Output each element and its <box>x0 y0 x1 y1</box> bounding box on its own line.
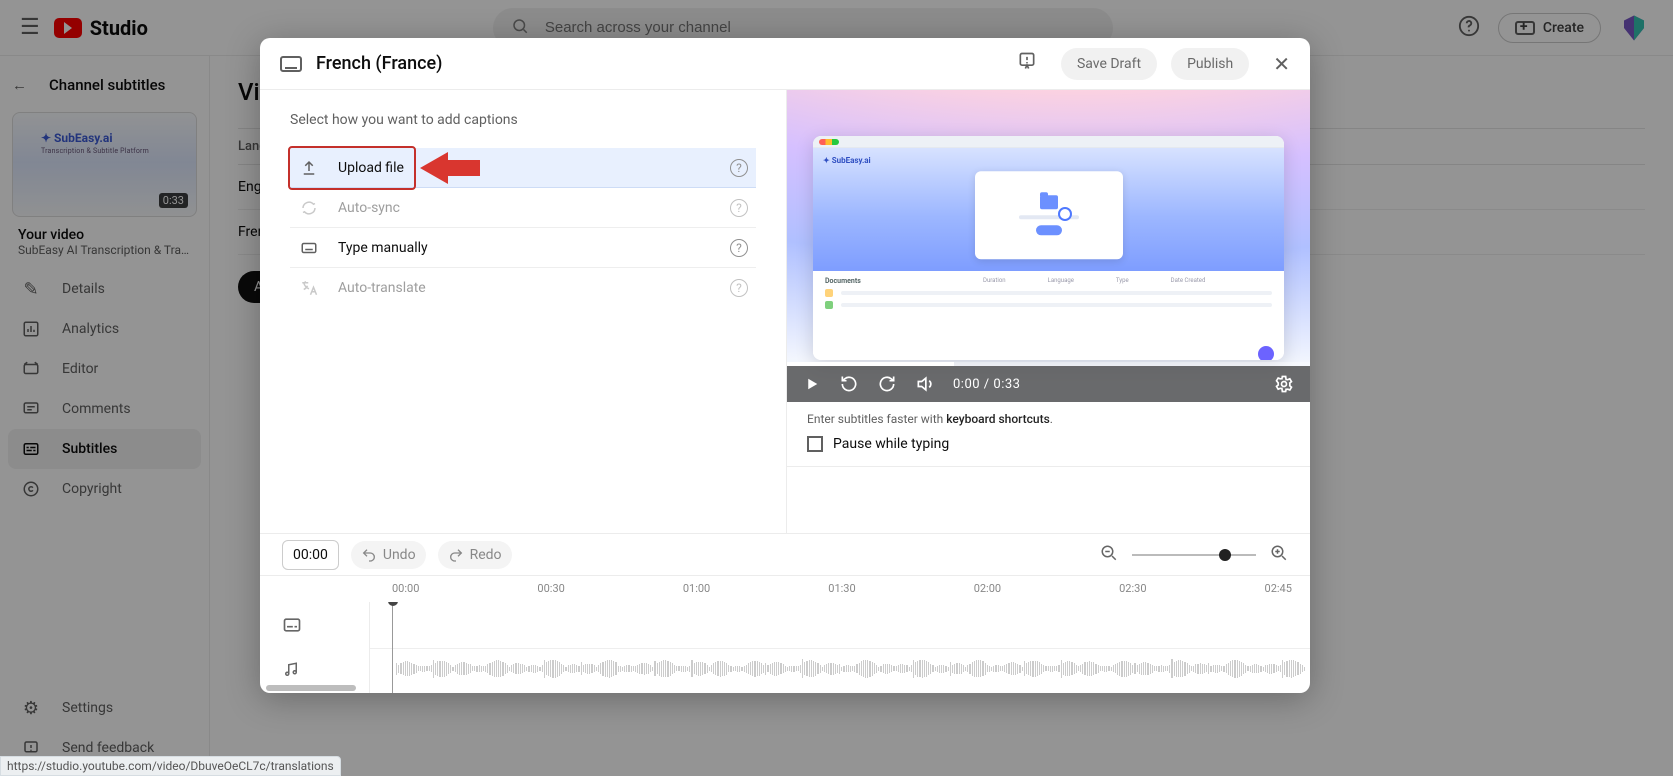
time-label: 02:00 <box>974 582 1001 595</box>
upload-icon <box>298 159 320 177</box>
pause-while-typing-checkbox[interactable] <box>807 436 823 452</box>
autosync-icon <box>298 199 320 217</box>
close-button[interactable]: ✕ <box>1273 52 1290 76</box>
option-type-manually[interactable]: Type manually ? <box>290 228 756 268</box>
option-label: Auto-sync <box>338 200 712 216</box>
zoom-in-icon[interactable] <box>1270 544 1288 566</box>
rewind-10-icon[interactable] <box>839 374 859 394</box>
undo-button[interactable]: Undo <box>351 541 426 569</box>
save-draft-button[interactable]: Save Draft <box>1061 48 1157 80</box>
report-icon[interactable] <box>1017 51 1037 76</box>
volume-icon[interactable] <box>915 374 935 394</box>
redo-button[interactable]: Redo <box>438 541 512 569</box>
player-time: 0:00 / 0:33 <box>953 377 1020 392</box>
captions-track-icon <box>260 602 369 648</box>
caption-method-prompt: Select how you want to add captions <box>290 112 756 128</box>
help-icon[interactable]: ? <box>730 239 748 257</box>
option-auto-translate[interactable]: Auto-translate ? <box>290 268 756 308</box>
subtitle-timeline[interactable]: 00:00 00:30 01:00 01:30 02:00 02:30 02:4… <box>260 575 1310 693</box>
publish-button[interactable]: Publish <box>1171 48 1249 80</box>
play-button[interactable] <box>803 375 821 393</box>
option-label: Type manually <box>338 240 712 256</box>
translate-icon <box>298 279 320 297</box>
keyboard-shortcuts-link[interactable]: keyboard shortcuts <box>946 412 1050 426</box>
time-label: 00:30 <box>537 582 564 595</box>
video-preview: SubEasy.ai Documents DurationLanguageTyp… <box>787 90 1310 402</box>
time-label: 01:30 <box>828 582 855 595</box>
timeline-scrollbar[interactable] <box>266 685 356 691</box>
option-auto-sync[interactable]: Auto-sync ? <box>290 188 756 228</box>
time-label: 00:00 <box>392 582 419 595</box>
help-icon[interactable]: ? <box>730 279 748 297</box>
status-bar-url: https://studio.youtube.com/video/DbuveOe… <box>0 756 341 776</box>
pause-label: Pause while typing <box>833 436 949 452</box>
preview-app-window: SubEasy.ai Documents DurationLanguageTyp… <box>813 136 1284 360</box>
option-label: Auto-translate <box>338 280 712 296</box>
time-label: 02:30 <box>1119 582 1146 595</box>
waveform <box>396 658 1306 680</box>
player-settings-icon[interactable] <box>1274 374 1294 394</box>
annotation-arrow <box>418 142 482 194</box>
option-upload-file[interactable]: Upload file ? <box>290 148 756 188</box>
time-label: 02:45 <box>1265 582 1292 595</box>
zoom-out-icon[interactable] <box>1100 544 1118 566</box>
option-label: Upload file <box>338 160 712 176</box>
playhead[interactable] <box>392 602 393 693</box>
timecode-field[interactable]: 00:00 <box>282 540 339 570</box>
subtitle-editor-modal: French (France) Save Draft Publish ✕ Sel… <box>260 38 1310 693</box>
subtitles-icon <box>280 56 302 72</box>
help-icon[interactable]: ? <box>730 159 748 177</box>
help-icon[interactable]: ? <box>730 199 748 217</box>
keyboard-hint: Enter subtitles faster with keyboard sho… <box>787 402 1310 426</box>
time-label: 01:00 <box>683 582 710 595</box>
modal-title: French (France) <box>316 53 1003 74</box>
keyboard-icon <box>298 239 320 257</box>
zoom-slider[interactable] <box>1132 554 1256 556</box>
forward-10-icon[interactable] <box>877 374 897 394</box>
